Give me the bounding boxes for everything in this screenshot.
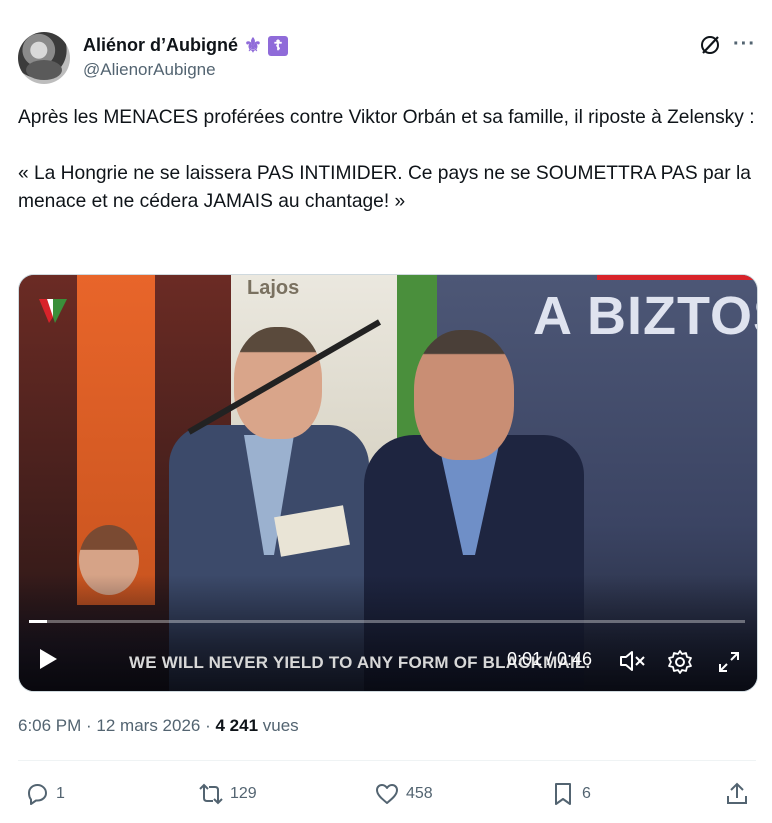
tweet-time[interactable]: 6:06 PM bbox=[18, 716, 81, 735]
reply-count: 1 bbox=[56, 785, 65, 802]
more-options-icon[interactable]: ··· bbox=[733, 33, 756, 56]
bookmark-button[interactable]: 6 bbox=[550, 781, 591, 807]
play-icon[interactable] bbox=[37, 647, 59, 671]
channel-logo-icon bbox=[39, 299, 67, 323]
poster-text: Lajos bbox=[247, 277, 300, 299]
heart-icon bbox=[376, 784, 398, 804]
meta-separator: · bbox=[200, 716, 216, 735]
settings-gear-icon[interactable] bbox=[667, 649, 693, 675]
bookmark-icon bbox=[555, 783, 571, 805]
views-count: 4 241 bbox=[215, 716, 259, 735]
share-icon bbox=[727, 782, 747, 804]
bookmark-count: 6 bbox=[582, 785, 591, 802]
progress-track[interactable] bbox=[29, 620, 745, 623]
author-handle[interactable]: @AlienorAubigne bbox=[83, 60, 216, 80]
reply-button[interactable]: 1 bbox=[24, 781, 65, 807]
reply-icon bbox=[28, 784, 47, 805]
video-controls-shade bbox=[19, 575, 757, 691]
divider bbox=[18, 760, 756, 761]
fleur-de-lis-icon: ⚜ bbox=[244, 35, 262, 57]
author-name[interactable]: Aliénor d’Aubigné bbox=[83, 35, 238, 56]
meta-separator: · bbox=[81, 716, 97, 735]
progress-fill[interactable] bbox=[29, 620, 47, 623]
video-player[interactable]: Lajos A BIZTOS WE WILL NEVER YIELD TO AN… bbox=[18, 274, 758, 692]
mute-icon[interactable] bbox=[619, 649, 647, 673]
avatar[interactable] bbox=[18, 32, 70, 84]
fullscreen-icon[interactable] bbox=[717, 650, 741, 674]
speaker-head bbox=[414, 330, 514, 460]
share-button[interactable] bbox=[724, 781, 750, 807]
red-accent-bar bbox=[597, 275, 757, 280]
repost-button[interactable]: 129 bbox=[198, 781, 257, 807]
like-count: 458 bbox=[406, 785, 433, 802]
like-button[interactable]: 458 bbox=[374, 781, 433, 807]
views-label: vues bbox=[258, 716, 299, 735]
orthodox-cross-icon: ☦ bbox=[268, 35, 288, 56]
repost-icon bbox=[199, 783, 223, 805]
author-name-row[interactable]: Aliénor d’Aubigné ⚜ ☦ bbox=[83, 35, 288, 57]
tweet-text: Après les MENACES proférées contre Vikto… bbox=[18, 107, 755, 212]
tweet-meta: 6:06 PM · 12 mars 2026 · 4 241 vues bbox=[18, 716, 299, 736]
tweet-date[interactable]: 12 mars 2026 bbox=[96, 716, 200, 735]
backdrop-text: A BIZTOS bbox=[533, 286, 757, 346]
video-time: 0:01 / 0:46 bbox=[507, 649, 593, 669]
repost-count: 129 bbox=[230, 785, 257, 802]
grok-icon[interactable] bbox=[698, 33, 722, 57]
